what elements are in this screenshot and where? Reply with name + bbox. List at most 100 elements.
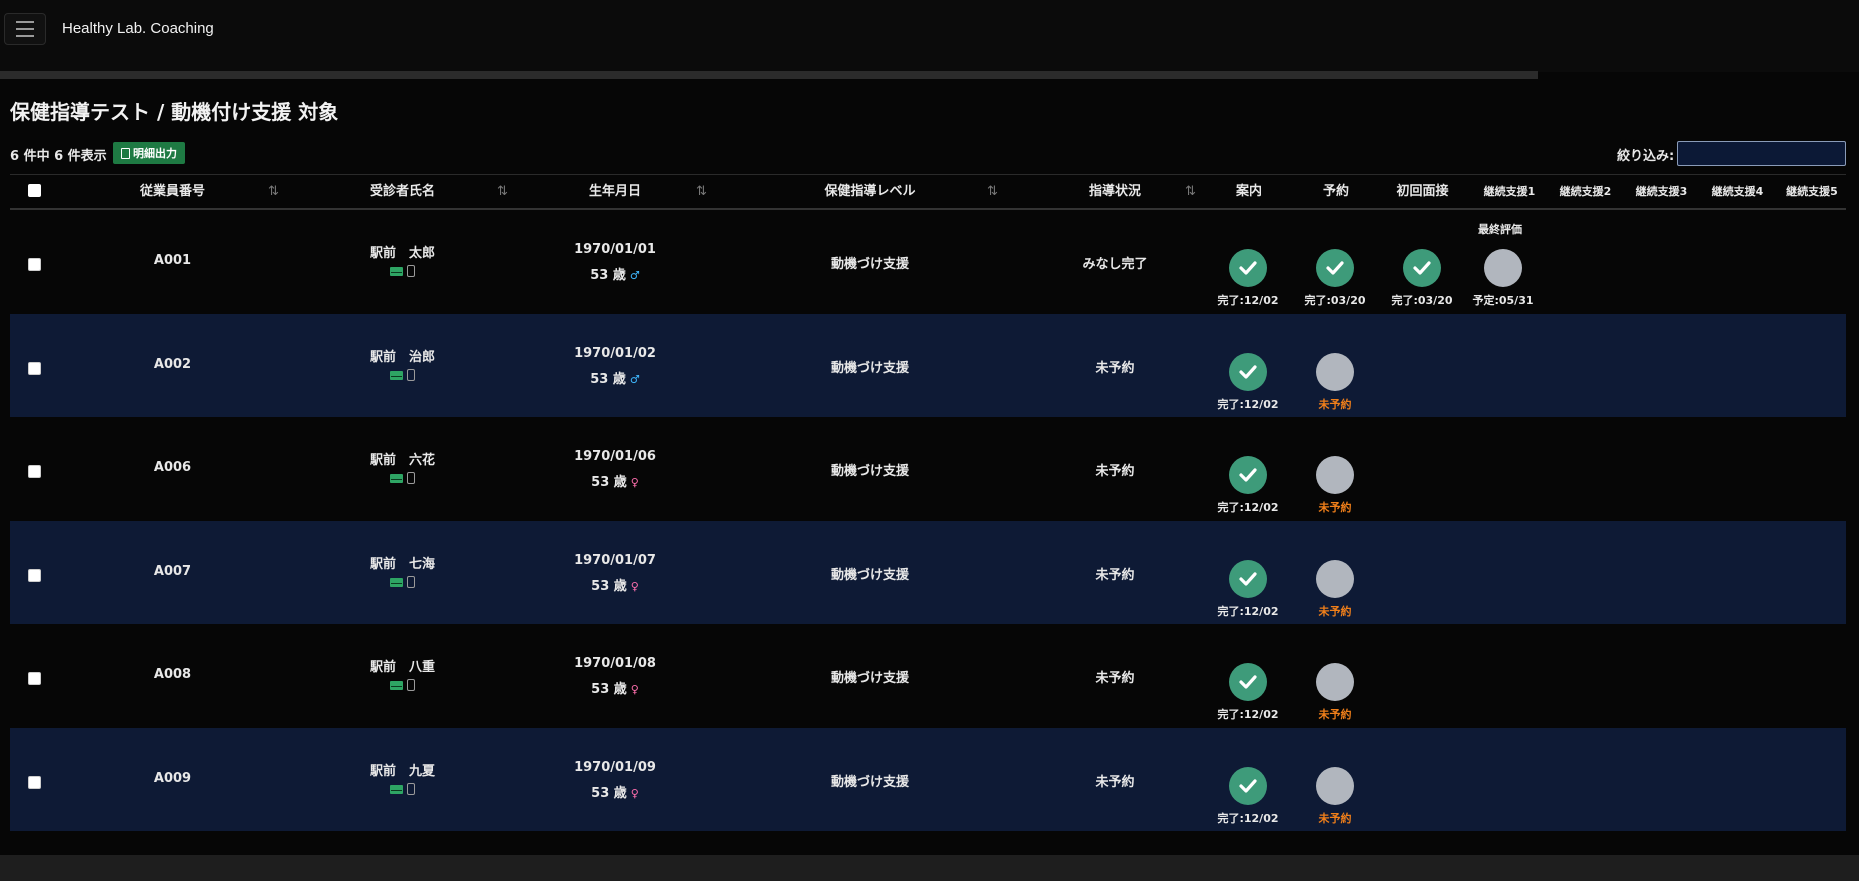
phone-icon[interactable]	[407, 576, 415, 588]
row-checkbox[interactable]	[28, 362, 41, 375]
mail-icon[interactable]	[390, 680, 403, 690]
column-dob[interactable]: 生年月日	[535, 175, 695, 209]
column-name[interactable]: 受診者氏名	[320, 175, 485, 209]
step-done-circle[interactable]	[1316, 249, 1354, 287]
phone-icon[interactable]	[407, 679, 415, 691]
employee-id[interactable]: A002	[90, 357, 255, 372]
mail-icon[interactable]	[390, 266, 403, 276]
column-support-3: 継続支援3	[1635, 185, 1688, 198]
patient-name[interactable]: 駅前 太郎	[320, 242, 485, 261]
phone-icon[interactable]	[407, 783, 415, 795]
birth-date: 1970/01/07	[574, 553, 656, 568]
female-icon: ♀	[630, 683, 639, 696]
step-done-circle[interactable]	[1229, 663, 1267, 701]
table-row[interactable]: A006 駅前 六花 1970/01/06 53 歳 ♀ 動機づけ支援 未予約 完了:12/0…	[10, 417, 1846, 520]
step-pending-circle[interactable]	[1316, 353, 1354, 391]
guidance-level: 動機づけ支援	[830, 671, 909, 686]
step-pending-circle[interactable]	[1316, 663, 1354, 701]
employee-id[interactable]: A007	[90, 564, 255, 579]
age: 53 歳	[590, 372, 626, 387]
mail-icon[interactable]	[390, 577, 403, 587]
export-label: 明細出力	[133, 147, 177, 160]
table-row[interactable]: A009 駅前 九夏 1970/01/09 53 歳 ♀ 動機づけ支援 未予約 完了:12/0…	[10, 728, 1846, 831]
phone-icon[interactable]	[407, 369, 415, 381]
app-title[interactable]: Healthy Lab. Coaching	[62, 20, 214, 37]
column-status[interactable]: 指導状況	[1040, 175, 1190, 209]
sort-icon[interactable]: ⇅	[497, 175, 508, 209]
row-checkbox[interactable]	[28, 465, 41, 478]
table-row[interactable]: A002 駅前 治郎 1970/01/02 53 歳 ♂ 動機づけ支援 未予約 完了:12/0…	[10, 314, 1846, 417]
patient-name[interactable]: 駅前 七海	[320, 553, 485, 572]
step-done-circle[interactable]	[1229, 767, 1267, 805]
table-row[interactable]: A007 駅前 七海 1970/01/07 53 歳 ♀ 動機づけ支援 未予約 完了:12/0…	[10, 521, 1846, 624]
column-support-1: 継続支援1	[1483, 185, 1536, 198]
column-support-2: 継続支援2	[1559, 185, 1612, 198]
column-first-interview: 初回面接	[1396, 184, 1449, 199]
phone-icon[interactable]	[407, 472, 415, 484]
step-pending-circle[interactable]	[1316, 767, 1354, 805]
filter-input[interactable]	[1677, 141, 1846, 166]
phone-icon[interactable]	[407, 265, 415, 277]
employee-id[interactable]: A006	[90, 460, 255, 475]
age: 53 歳	[590, 268, 626, 283]
hamburger-menu-button[interactable]	[4, 13, 46, 45]
female-icon: ♀	[630, 580, 639, 593]
employee-id[interactable]: A008	[90, 667, 255, 682]
step-done-circle[interactable]	[1403, 249, 1441, 287]
select-all-checkbox[interactable]	[28, 184, 41, 197]
step-done-circle[interactable]	[1229, 560, 1267, 598]
step-status-label: 完了:12/02	[1217, 501, 1279, 514]
age: 53 歳	[591, 682, 627, 697]
footer-bar	[0, 855, 1859, 881]
column-level[interactable]: 保健指導レベル	[770, 175, 970, 209]
step-pending-circle[interactable]	[1484, 249, 1522, 287]
sort-icon[interactable]: ⇅	[696, 175, 707, 209]
column-guide: 案内	[1235, 184, 1262, 199]
guidance-level: 動機づけ支援	[830, 775, 909, 790]
row-checkbox[interactable]	[28, 569, 41, 582]
table-header: 従業員番号 ⇅ 受診者氏名 ⇅ 生年月日 ⇅ 保健指導レベル ⇅ 指導状況 ⇅ …	[10, 174, 1846, 210]
guidance-status: 未予約	[1095, 464, 1135, 479]
sort-icon[interactable]: ⇅	[987, 175, 998, 209]
table-row[interactable]: A008 駅前 八重 1970/01/08 53 歳 ♀ 動機づけ支援 未予約 完了:12/0…	[10, 624, 1846, 727]
final-evaluation-label: 最終評価	[1478, 223, 1522, 236]
guidance-status: みなし完了	[1082, 257, 1148, 272]
patient-name[interactable]: 駅前 治郎	[320, 346, 485, 365]
column-reservation: 予約	[1322, 184, 1349, 199]
step-status-label: 予定:05/31	[1472, 294, 1534, 307]
mail-icon[interactable]	[390, 784, 403, 794]
birth-date: 1970/01/09	[574, 760, 656, 775]
step-done-circle[interactable]	[1229, 353, 1267, 391]
employee-id[interactable]: A009	[90, 771, 255, 786]
guidance-level: 動機づけ支援	[830, 568, 909, 583]
female-icon: ♀	[630, 787, 639, 800]
sort-icon[interactable]: ⇅	[1185, 175, 1196, 209]
table-row[interactable]: A001 駅前 太郎 1970/01/01 53 歳 ♂ 動機づけ支援 みなし完了 最終評価完…	[10, 210, 1846, 313]
step-pending-circle[interactable]	[1316, 560, 1354, 598]
row-checkbox[interactable]	[28, 672, 41, 685]
column-support-5: 継続支援5	[1786, 185, 1838, 198]
step-status-label: 完了:12/02	[1217, 605, 1279, 618]
export-details-button[interactable]: 明細出力	[113, 142, 185, 164]
employee-id[interactable]: A001	[90, 253, 255, 268]
step-pending-circle[interactable]	[1316, 456, 1354, 494]
column-employee-id[interactable]: 従業員番号	[90, 175, 255, 209]
sort-icon[interactable]: ⇅	[268, 175, 279, 209]
patient-name[interactable]: 駅前 八重	[320, 656, 485, 675]
guidance-level: 動機づけ支援	[830, 361, 909, 376]
row-checkbox[interactable]	[28, 776, 41, 789]
female-icon: ♀	[630, 476, 639, 489]
step-status-label: 未予約	[1318, 501, 1352, 514]
row-checkbox[interactable]	[28, 258, 41, 271]
mail-icon[interactable]	[390, 473, 403, 483]
mail-icon[interactable]	[390, 370, 403, 380]
step-done-circle[interactable]	[1229, 456, 1267, 494]
guidance-status: 未予約	[1095, 671, 1135, 686]
patient-name[interactable]: 駅前 九夏	[320, 760, 485, 779]
male-icon: ♂	[629, 373, 640, 386]
step-done-circle[interactable]	[1229, 249, 1267, 287]
header-divider	[0, 71, 1538, 79]
patient-name[interactable]: 駅前 六花	[320, 449, 485, 468]
step-status-label: 未予約	[1318, 398, 1352, 411]
birth-date: 1970/01/08	[574, 656, 656, 671]
